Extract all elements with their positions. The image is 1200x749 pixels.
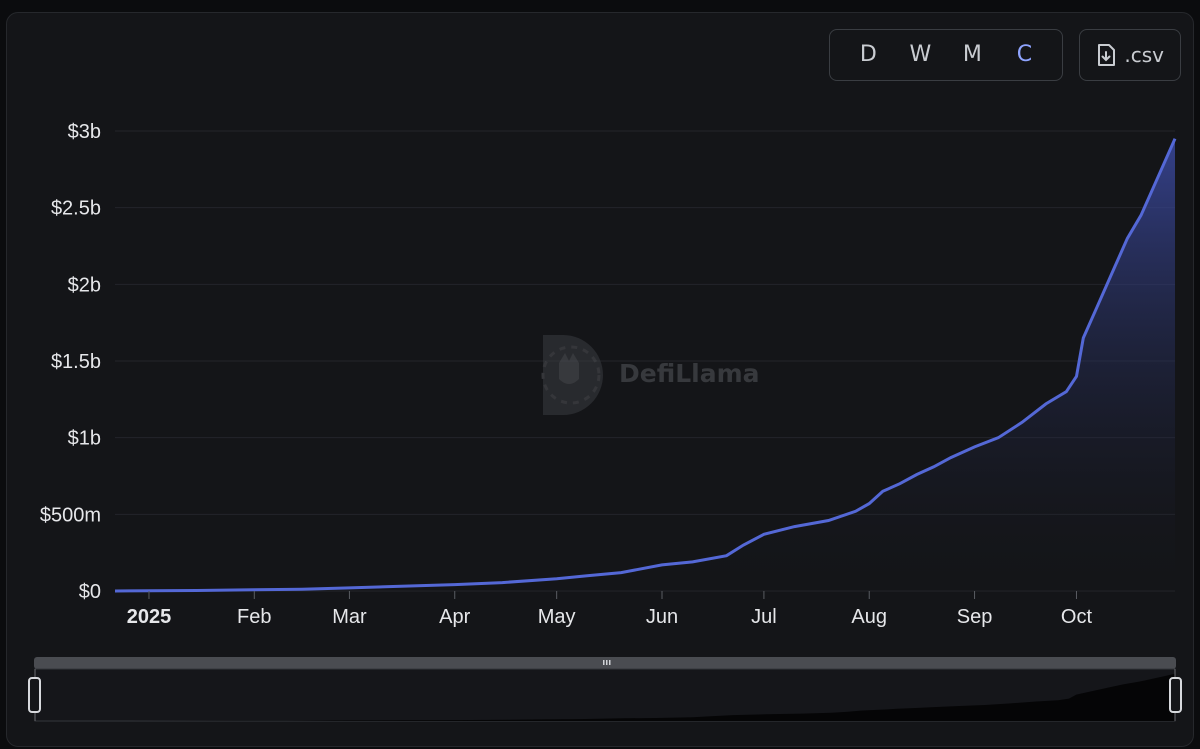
chart-toolbar: D W M C .csv (829, 29, 1181, 81)
x-tick-label: Aug (851, 606, 887, 628)
x-tick-label: May (538, 606, 576, 628)
csv-label: .csv (1124, 43, 1164, 67)
csv-download-button[interactable]: .csv (1079, 29, 1181, 81)
watermark-text: DefiLlama (619, 359, 760, 388)
y-tick-label: $0 (79, 581, 101, 603)
chart-card: DefiLlama $0 $500m $1b $1.5b $2b $2.5b $3b 202… (6, 12, 1194, 747)
x-tick-label: Oct (1061, 606, 1093, 628)
y-axis: $0 $500m $1b $1.5b $2b $2.5b $3b (40, 121, 101, 603)
y-tick-label: $3b (68, 121, 101, 143)
x-tick-label: Jun (646, 606, 678, 628)
brush-grip-icon[interactable] (603, 660, 611, 665)
x-tick-label: Jul (751, 606, 777, 628)
granularity-daily-button[interactable]: D (842, 29, 894, 81)
y-tick-label: $1.5b (51, 351, 101, 373)
granularity-cumulative-button[interactable]: C (998, 29, 1050, 81)
area-chart: DefiLlama $0 $500m $1b $1.5b $2b $2.5b $3b 202… (28, 121, 1182, 722)
brush-handle-right[interactable] (1169, 677, 1182, 713)
x-tick-label: Sep (957, 606, 993, 628)
x-tick-label: Mar (332, 606, 367, 628)
watermark: DefiLlama (541, 335, 760, 415)
y-tick-label: $2.5b (51, 198, 101, 220)
x-tick-label: Apr (439, 606, 470, 628)
brush-handle-left[interactable] (28, 677, 41, 713)
y-tick-label: $500m (40, 504, 101, 526)
x-axis: 2025 Feb Mar Apr May Jun Jul Aug Sep Oct (127, 591, 1093, 628)
file-download-icon (1098, 44, 1116, 66)
range-brush[interactable] (28, 657, 1182, 722)
granularity-monthly-button[interactable]: M (946, 29, 998, 81)
brush-top-bar[interactable] (34, 657, 1176, 669)
x-tick-label: Feb (237, 606, 271, 628)
y-tick-label: $2b (68, 274, 101, 296)
x-tick-label: 2025 (127, 606, 172, 628)
granularity-toggle: D W M C (829, 29, 1064, 81)
y-tick-label: $1b (68, 428, 101, 450)
granularity-weekly-button[interactable]: W (894, 29, 946, 81)
